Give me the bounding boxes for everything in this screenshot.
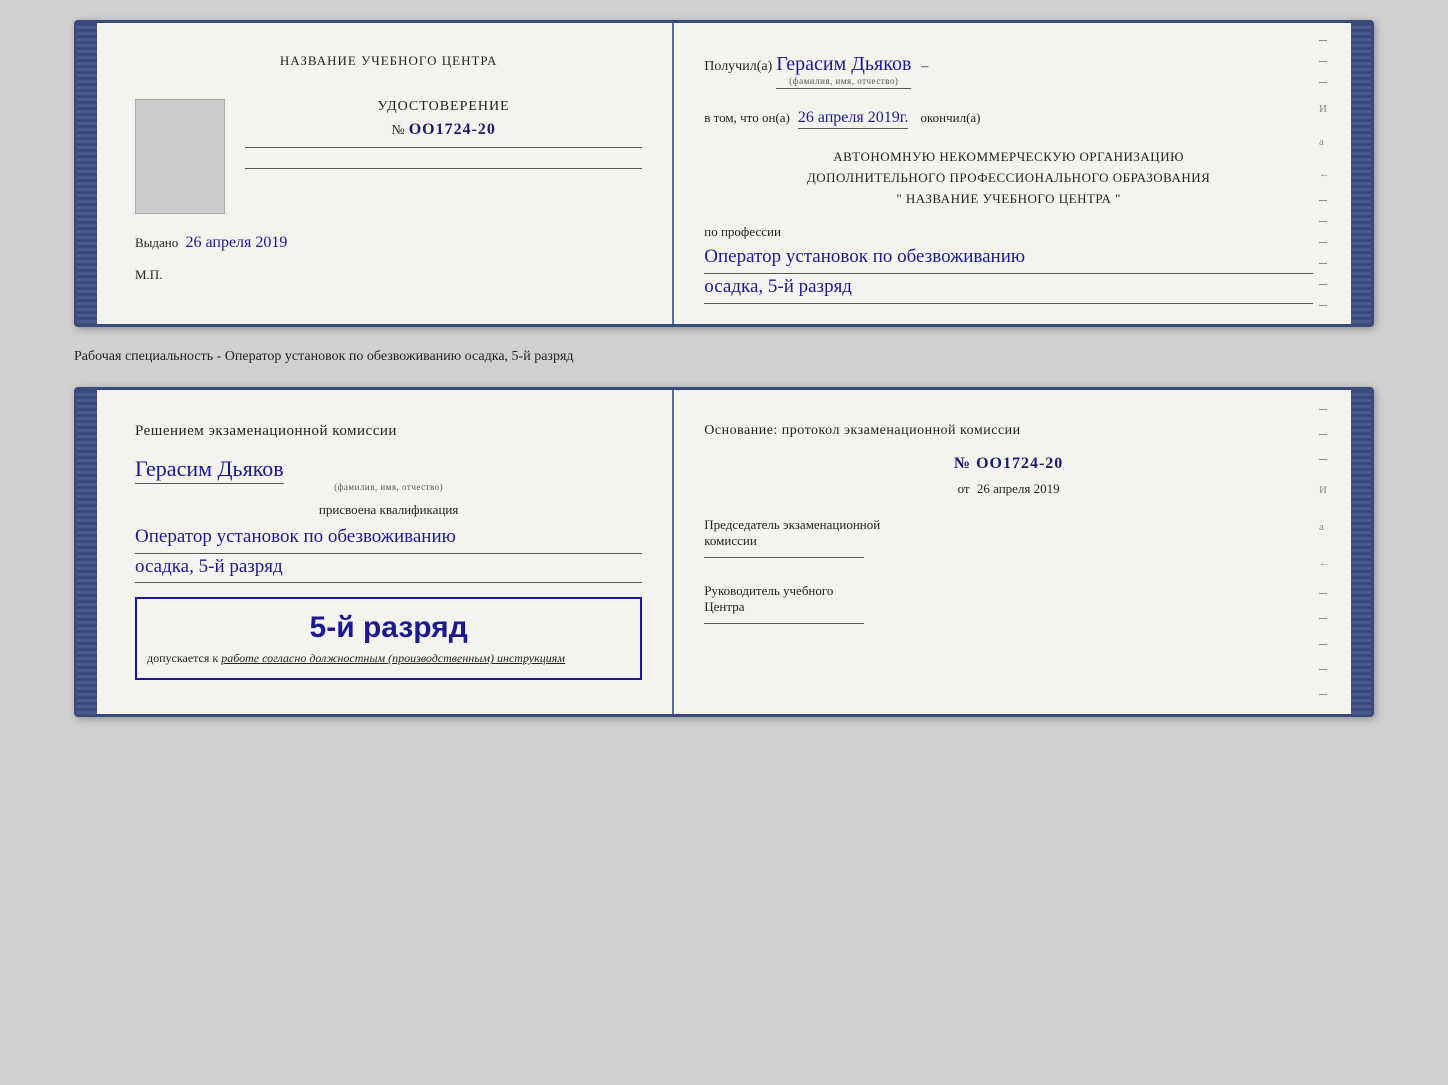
resheniem-text: Решением экзаменационной комиссии [135, 420, 642, 443]
top-right-panel: Получил(а) Герасим Дьяков (фамилия, имя,… [674, 23, 1353, 324]
cert-number: OO1724-20 [409, 121, 496, 138]
vydano-date: 26 апреля 2019 [186, 234, 288, 251]
qual-line2: осадка, 5-й разряд [135, 554, 642, 584]
poluchil-row: Получил(а) Герасим Дьяков (фамилия, имя,… [704, 53, 1313, 89]
photo-placeholder [135, 99, 225, 214]
top-certificate-card: НАЗВАНИЕ УЧЕБНОГО ЦЕНТРА УДОСТОВЕРЕНИЕ №… [74, 20, 1374, 327]
dopusk-text: работе согласно должностным (производств… [221, 651, 565, 665]
rukovoditel-block: Руководитель учебного Центра [704, 583, 1313, 624]
qual-line1: Оператор установок по обезвоживанию [135, 524, 642, 554]
mp-label: М.П. [135, 267, 642, 283]
ot-row: от 26 апреля 2019 [704, 481, 1313, 497]
right-margin-deco-bottom: И а ← [1319, 390, 1331, 715]
okonchil-label: окончил(а) [920, 110, 980, 126]
rukovoditel-line2: Центра [704, 599, 1313, 615]
number-prefix: № [391, 123, 404, 138]
bottom-certificate-card: Решением экзаменационной комиссии Гераси… [74, 387, 1374, 718]
org-line1: АВТОНОМНУЮ НЕКОММЕРЧЕСКУЮ ОРГАНИЗАЦИЮ [704, 147, 1313, 168]
recipient-name-top: Герасим Дьяков (фамилия, имя, отчество) [776, 53, 911, 89]
professiya-label: по профессии [704, 224, 1313, 240]
vtom-label: в том, что он(а) [704, 110, 790, 126]
vydano-row: Выдано 26 апреля 2019 [135, 234, 642, 252]
protocol-number: № OO1724-20 [704, 455, 1313, 473]
spine-left-bottom [77, 390, 95, 715]
bottom-right-panel: Основание: протокол экзаменационной коми… [674, 390, 1353, 715]
right-margin-deco: И а ← [1319, 23, 1331, 324]
org-block: АВТОНОМНУЮ НЕКОММЕРЧЕСКУЮ ОРГАНИЗАЦИЮ ДО… [704, 147, 1313, 209]
photo-area: УДОСТОВЕРЕНИЕ № OO1724-20 [135, 99, 642, 214]
cert-line-2 [245, 168, 642, 169]
professiya-value: Оператор установок по обезвоживанию осад… [704, 244, 1313, 303]
recipient-label-top: (фамилия, имя, отчество) [776, 76, 911, 86]
bottom-left-panel: Решением экзаменационной комиссии Гераси… [95, 390, 674, 715]
prof-line1: Оператор установок по обезвоживанию [704, 244, 1313, 274]
prisvoena-text: присвоена квалификация [135, 502, 642, 518]
poluchil-label: Получил(а) [704, 59, 772, 75]
training-center-title: НАЗВАНИЕ УЧЕБНОГО ЦЕНТРА [135, 53, 642, 69]
page-wrapper: НАЗВАНИЕ УЧЕБНОГО ЦЕНТРА УДОСТОВЕРЕНИЕ №… [20, 20, 1428, 717]
vtom-row: в том, что он(а) 26 апреля 2019г. окончи… [704, 109, 1313, 129]
stamp-box: 5-й разряд допускается к работе согласно… [135, 597, 642, 680]
ot-date: 26 апреля 2019 [977, 481, 1060, 496]
vydano-label: Выдано [135, 235, 178, 250]
top-left-panel: НАЗВАНИЕ УЧЕБНОГО ЦЕНТРА УДОСТОВЕРЕНИЕ №… [95, 23, 674, 324]
udostoverenie-label: УДОСТОВЕРЕНИЕ [245, 99, 642, 115]
rukovoditel-sign-line [704, 623, 864, 624]
recipient-name-bottom: Герасим Дьяков (фамилия, имя, отчество) [135, 456, 642, 492]
chairman-block: Председатель экзаменационной комиссии [704, 517, 1313, 558]
cert-info: УДОСТОВЕРЕНИЕ № OO1724-20 [245, 99, 642, 177]
prof-line2: осадка, 5-й разряд [704, 274, 1313, 304]
spine-right-bottom [1353, 390, 1371, 715]
predsedatel-line1: Председатель экзаменационной [704, 517, 1313, 533]
osnovanie-text: Основание: протокол экзаменационной коми… [704, 420, 1313, 441]
recipient-label-bottom: (фамилия, имя, отчество) [135, 482, 642, 492]
org-line2: ДОПОЛНИТЕЛЬНОГО ПРОФЕССИОНАЛЬНОГО ОБРАЗО… [704, 168, 1313, 189]
predsedatel-line2: комиссии [704, 533, 1313, 549]
ot-prefix: от [958, 481, 970, 496]
spine-left [77, 23, 95, 324]
stamp-rank: 5-й разряд [147, 611, 630, 645]
spine-right [1353, 23, 1371, 324]
qualification-value: Оператор установок по обезвоживанию осад… [135, 524, 642, 583]
vtom-date: 26 апреля 2019г. [798, 109, 909, 129]
dopuskaetsya-text: допускается к работе согласно должностны… [147, 651, 630, 666]
org-line3: " НАЗВАНИЕ УЧЕБНОГО ЦЕНТРА " [704, 189, 1313, 210]
recipient-bottom-wrapper: Герасим Дьяков (фамилия, имя, отчество) [135, 456, 642, 492]
dash-top: – [921, 59, 928, 75]
spec-label: Рабочая специальность - Оператор установ… [74, 345, 1374, 369]
rukovoditel-line1: Руководитель учебного [704, 583, 1313, 599]
chairman-sign-line [704, 557, 864, 558]
cert-line-1 [245, 147, 642, 148]
